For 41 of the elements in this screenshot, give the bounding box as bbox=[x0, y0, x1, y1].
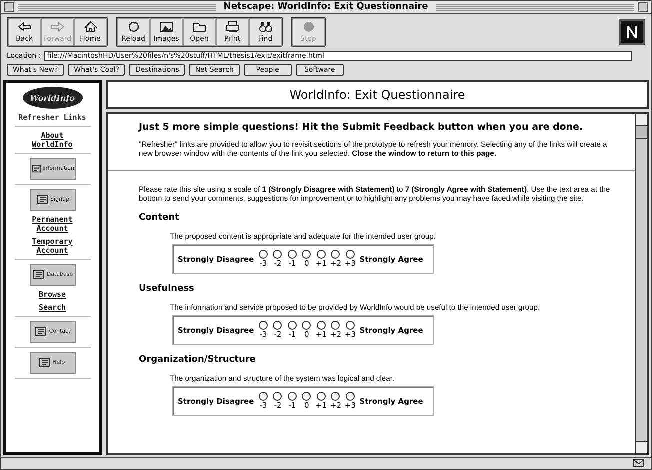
radio-button[interactable] bbox=[316, 250, 326, 260]
radio-button[interactable] bbox=[258, 250, 268, 260]
radio-button[interactable] bbox=[288, 250, 297, 260]
radio-button[interactable] bbox=[331, 321, 340, 330]
radio-button[interactable] bbox=[316, 392, 326, 402]
radio-button[interactable] bbox=[302, 321, 312, 330]
window-title: Netscape: WorldInfo: Exit Questionnaire bbox=[222, 2, 430, 12]
radio-button[interactable] bbox=[302, 250, 312, 260]
folder-icon bbox=[192, 21, 208, 33]
radio-button[interactable] bbox=[331, 250, 340, 260]
scrollbar[interactable] bbox=[635, 114, 647, 453]
section-heading: Usefulness bbox=[139, 284, 196, 294]
printer-icon bbox=[224, 21, 240, 33]
right-arrow-icon bbox=[50, 21, 66, 33]
radio-button[interactable] bbox=[346, 321, 355, 330]
section-heading: Organization/Structure bbox=[139, 355, 257, 366]
section-heading: Content bbox=[139, 213, 180, 224]
radio-button[interactable] bbox=[331, 392, 340, 402]
radio-button[interactable] bbox=[273, 250, 282, 260]
radio-button[interactable] bbox=[288, 321, 297, 330]
page-title: WorldInfo: Exit Questionnaire bbox=[290, 88, 466, 102]
left-arrow-icon bbox=[16, 21, 32, 33]
binoculars-icon bbox=[258, 21, 274, 33]
scroll-thumb[interactable] bbox=[636, 126, 647, 139]
house-icon bbox=[82, 21, 98, 33]
mail-icon[interactable] bbox=[633, 459, 645, 468]
radio-button[interactable] bbox=[302, 392, 312, 402]
zoom-box[interactable] bbox=[638, 2, 648, 12]
netscape-logo-icon bbox=[619, 19, 645, 45]
radio-button[interactable] bbox=[273, 321, 282, 330]
radio-button[interactable] bbox=[346, 250, 355, 260]
radio-button[interactable] bbox=[258, 321, 268, 330]
radio-button[interactable] bbox=[288, 392, 297, 402]
worldinfo-logo: WorldInfo bbox=[22, 87, 82, 109]
radio-button[interactable] bbox=[258, 392, 268, 402]
radio-button[interactable] bbox=[346, 392, 355, 402]
radio-button[interactable] bbox=[316, 321, 326, 330]
images-icon bbox=[158, 21, 174, 33]
radio-button[interactable] bbox=[273, 392, 282, 402]
close-box[interactable] bbox=[4, 2, 14, 12]
page-heading: Just 5 more simple questions! Hit the Submit Feedback button when you are done. bbox=[139, 122, 584, 133]
